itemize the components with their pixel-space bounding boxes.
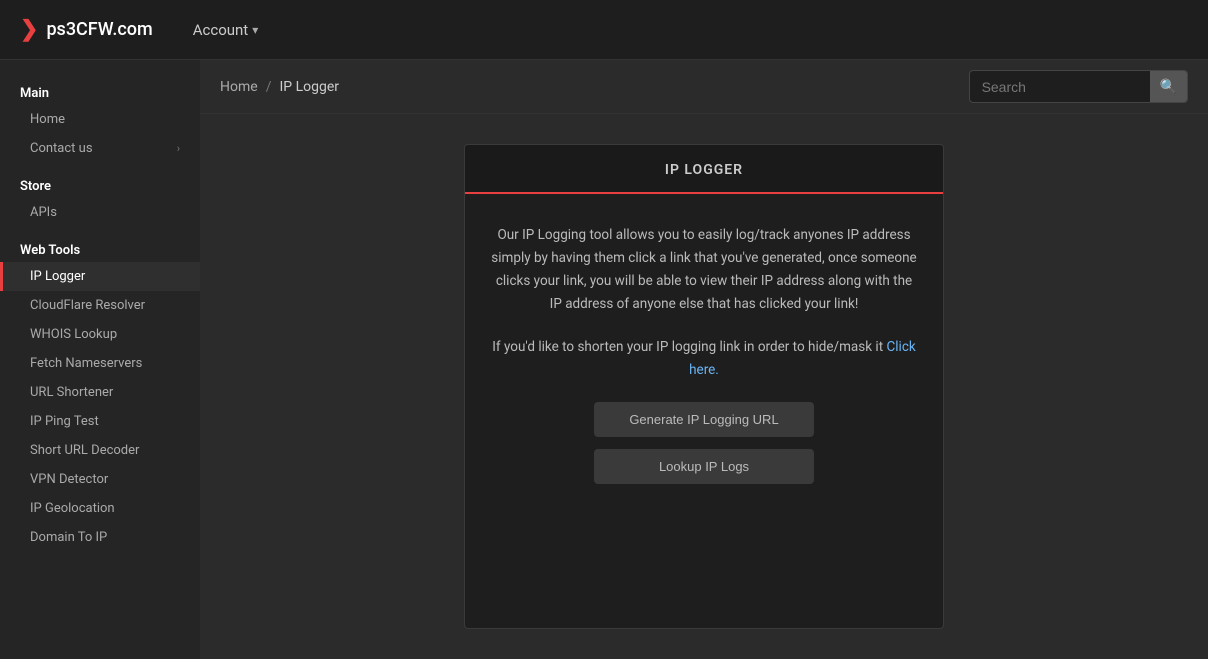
chevron-right-icon: › (177, 142, 180, 155)
breadcrumb-separator: / (266, 79, 272, 95)
sidebar-item-vpn-detector[interactable]: VPN Detector (0, 465, 200, 494)
search-bar: 🔍 (969, 70, 1188, 103)
brand-icon: ❯ (20, 17, 38, 42)
sidebar-item-apis[interactable]: APIs (0, 198, 200, 227)
brand-link[interactable]: ❯ ps3CFW.com (20, 17, 153, 42)
main-layout: Main Home Contact us › Store APIs Web To… (0, 60, 1208, 659)
account-chevron-icon: ▾ (252, 23, 258, 37)
search-input[interactable] (970, 73, 1150, 101)
sidebar-item-ip-logger[interactable]: IP Logger (0, 262, 200, 291)
card-description-2: If you'd like to shorten your IP logging… (490, 336, 918, 382)
sidebar-item-contact-us[interactable]: Contact us › (0, 134, 200, 163)
account-label: Account (193, 21, 249, 39)
card-actions: Generate IP Logging URL Lookup IP Logs (490, 402, 918, 484)
breadcrumb-bar: Home / IP Logger 🔍 (200, 60, 1208, 114)
sidebar-item-short-url-decoder[interactable]: Short URL Decoder (0, 436, 200, 465)
sidebar-item-fetch-nameservers[interactable]: Fetch Nameservers (0, 349, 200, 378)
card-title: IP LOGGER (665, 162, 743, 178)
breadcrumb-current: IP Logger (279, 79, 339, 95)
card-header: IP LOGGER (465, 145, 943, 194)
ip-logger-card: IP LOGGER Our IP Logging tool allows you… (464, 144, 944, 629)
sidebar-section-web-tools: Web Tools (0, 237, 200, 262)
navbar: ❯ ps3CFW.com Account ▾ (0, 0, 1208, 60)
breadcrumb: Home / IP Logger (220, 79, 339, 95)
sidebar-item-ip-geolocation[interactable]: IP Geolocation (0, 494, 200, 523)
search-button[interactable]: 🔍 (1150, 71, 1187, 102)
sidebar-item-url-shortener[interactable]: URL Shortener (0, 378, 200, 407)
brand-name: ps3CFW.com (46, 19, 152, 40)
sidebar-item-ip-ping-test[interactable]: IP Ping Test (0, 407, 200, 436)
content-area: Home / IP Logger 🔍 IP LOGGER Our IP Logg… (200, 60, 1208, 659)
search-icon: 🔍 (1160, 78, 1177, 94)
sidebar-item-cloudflare-resolver[interactable]: CloudFlare Resolver (0, 291, 200, 320)
breadcrumb-home[interactable]: Home (220, 79, 258, 95)
sidebar: Main Home Contact us › Store APIs Web To… (0, 60, 200, 659)
sidebar-item-home[interactable]: Home (0, 105, 200, 134)
sidebar-item-whois-lookup[interactable]: WHOIS Lookup (0, 320, 200, 349)
sidebar-section-main: Main (0, 80, 200, 105)
sidebar-section-store: Store (0, 173, 200, 198)
lookup-logs-button[interactable]: Lookup IP Logs (594, 449, 814, 484)
card-body: Our IP Logging tool allows you to easily… (465, 194, 943, 514)
page-content: IP LOGGER Our IP Logging tool allows you… (200, 114, 1208, 659)
account-menu[interactable]: Account ▾ (193, 21, 259, 39)
generate-url-button[interactable]: Generate IP Logging URL (594, 402, 814, 437)
card-description-1: Our IP Logging tool allows you to easily… (490, 224, 918, 316)
sidebar-item-domain-to-ip[interactable]: Domain To IP (0, 523, 200, 552)
